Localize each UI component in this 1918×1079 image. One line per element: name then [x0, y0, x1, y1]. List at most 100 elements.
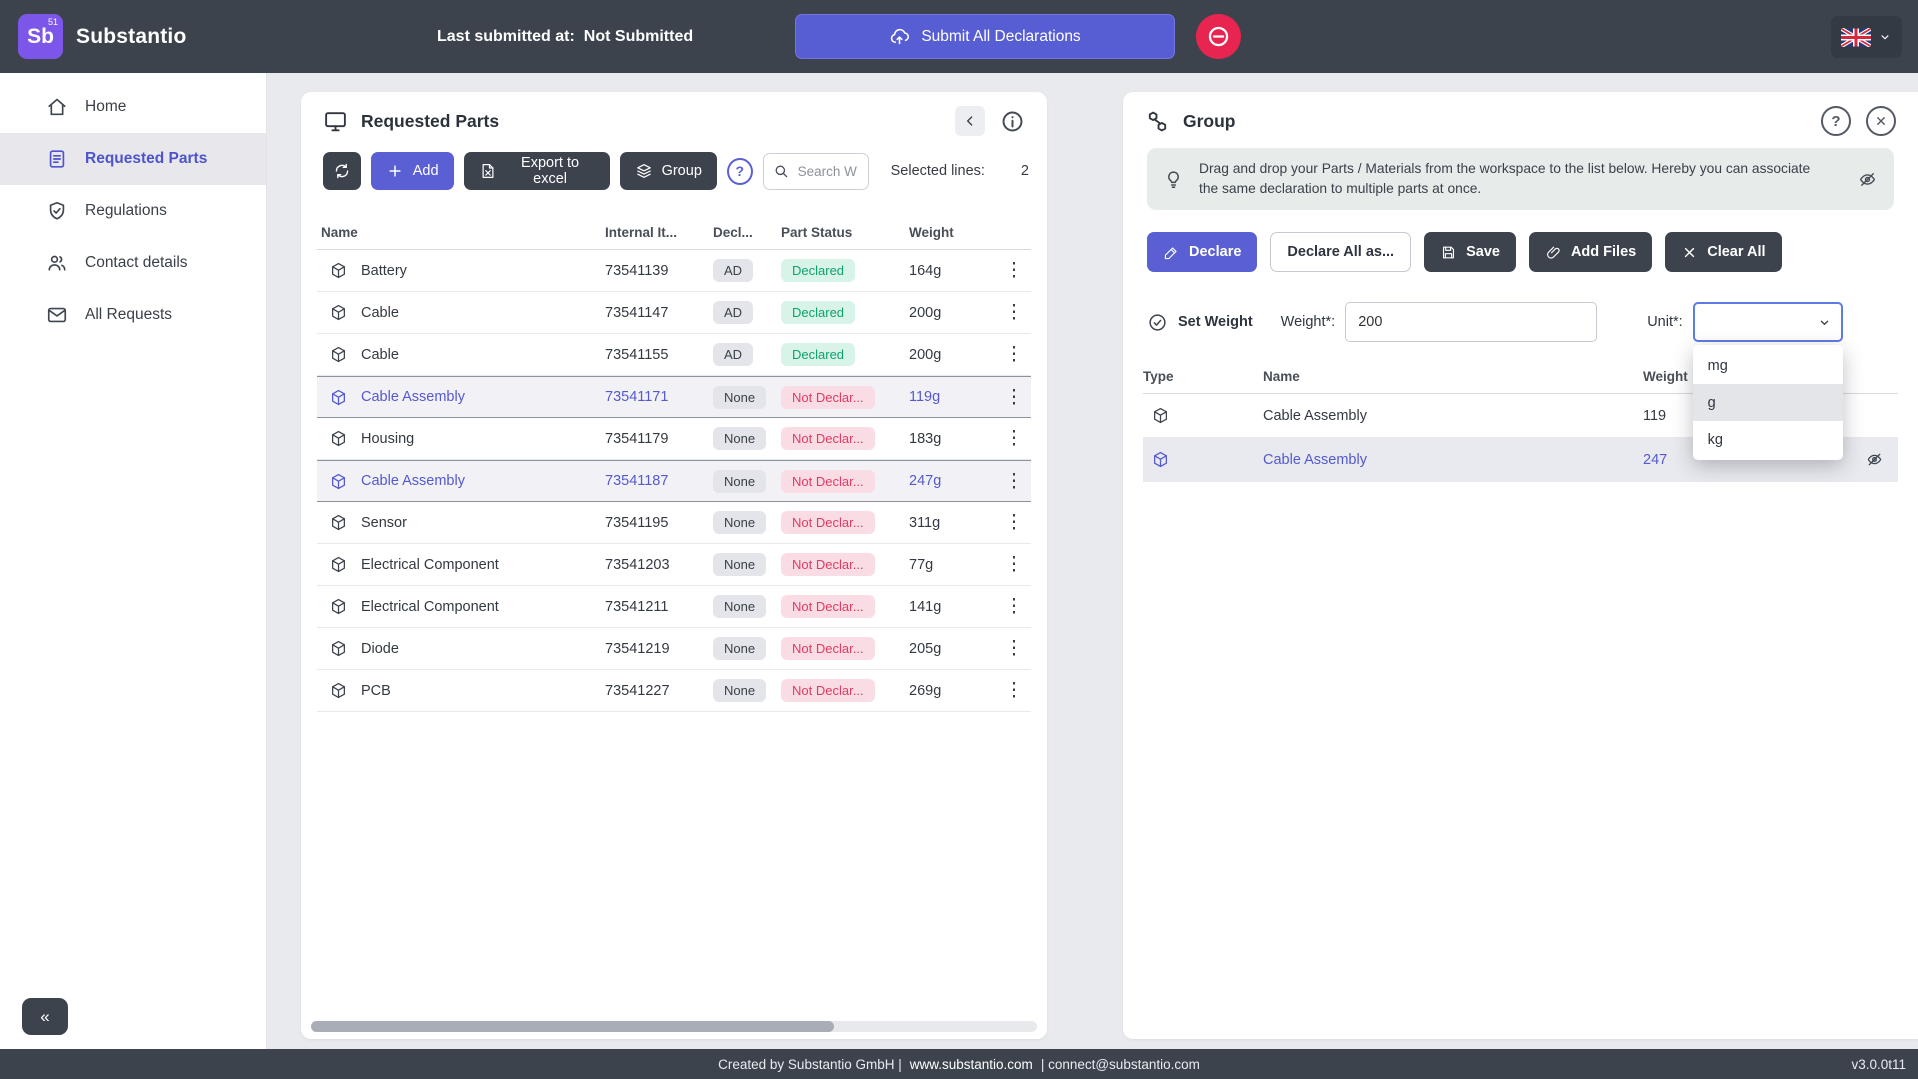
group-part-name: Cable Assembly	[1263, 452, 1643, 468]
panel-info-button[interactable]	[1000, 109, 1025, 134]
table-row[interactable]: Electrical Component73541203NoneNot Decl…	[317, 544, 1031, 586]
row-menu-button[interactable]: ⋮	[999, 427, 1029, 450]
table-row[interactable]: Cable Assembly73541187NoneNot Declar...2…	[317, 460, 1031, 502]
part-name: Cable Assembly	[361, 389, 605, 405]
table-row[interactable]: Cable73541147ADDeclared200g⋮	[317, 292, 1031, 334]
row-menu-button[interactable]: ⋮	[999, 343, 1029, 366]
refresh-button[interactable]	[323, 152, 361, 190]
part-name: Sensor	[361, 515, 605, 531]
part-weight: 141g	[909, 599, 999, 615]
part-weight: 183g	[909, 431, 999, 447]
info-banner: Drag and drop your Parts / Materials fro…	[1147, 148, 1894, 210]
sidebar-item-contact-details[interactable]: Contact details	[0, 237, 266, 289]
declaration-badge: AD	[713, 343, 753, 366]
horizontal-scrollbar[interactable]	[311, 1021, 1037, 1032]
part-internal-id: 73541187	[605, 473, 713, 489]
sidebar-item-label: Contact details	[85, 254, 188, 272]
row-menu-button[interactable]: ⋮	[999, 595, 1029, 618]
table-row[interactable]: Diode73541219NoneNot Declar...205g⋮	[317, 628, 1031, 670]
add-files-button[interactable]: Add Files	[1529, 232, 1652, 272]
unit-option-mg[interactable]: mg	[1693, 347, 1843, 384]
scrollbar-thumb[interactable]	[311, 1021, 834, 1032]
part-status-badge: Not Declar...	[781, 595, 875, 618]
group-help-button[interactable]: ?	[727, 158, 753, 185]
add-button[interactable]: Add	[371, 152, 454, 190]
unit-option-kg[interactable]: kg	[1693, 421, 1843, 458]
declare-button[interactable]: Declare	[1147, 232, 1257, 272]
clear-all-button[interactable]: Clear All	[1665, 232, 1781, 272]
selected-lines: Selected lines: 2	[891, 163, 1031, 179]
table-row[interactable]: Sensor73541195NoneNot Declar...311g⋮	[317, 502, 1031, 544]
row-menu-button[interactable]: ⋮	[999, 470, 1029, 493]
sidebar-item-home[interactable]: Home	[0, 81, 266, 133]
part-status-badge: Not Declar...	[781, 637, 875, 660]
part-internal-id: 73541203	[605, 557, 713, 573]
table-row[interactable]: Battery73541139ADDeclared164g⋮	[317, 250, 1031, 292]
table-row[interactable]: Electrical Component73541211NoneNot Decl…	[317, 586, 1031, 628]
search-box	[763, 153, 869, 190]
last-submitted-status: Last submitted at: Not Submitted	[437, 0, 693, 73]
sidebar-collapse-button[interactable]: «	[22, 998, 68, 1035]
row-menu-button[interactable]: ⋮	[999, 259, 1029, 282]
part-weight: 247g	[909, 473, 999, 489]
row-menu-button[interactable]: ⋮	[999, 553, 1029, 576]
clear-icon	[1681, 244, 1698, 261]
row-menu-button[interactable]: ⋮	[999, 301, 1029, 324]
table-row[interactable]: Housing73541179NoneNot Declar...183g⋮	[317, 418, 1031, 460]
footer: Created by Substantio GmbH | www.substan…	[0, 1049, 1918, 1079]
group-panel-title: Group	[1183, 111, 1236, 132]
hide-banner-button[interactable]	[1857, 169, 1878, 190]
export-to-excel-button[interactable]: Export to excel	[464, 152, 610, 190]
sidebar-nav: HomeRequested Parts Regulations Contact de…	[0, 73, 266, 341]
sidebar-item-requested-parts[interactable]: Requested Parts	[0, 133, 266, 185]
unit-select[interactable]	[1693, 302, 1843, 342]
collapse-panel-button[interactable]	[955, 106, 985, 136]
part-internal-id: 73541227	[605, 683, 713, 699]
sidebar-item-regulations[interactable]: Regulations	[0, 185, 266, 237]
close-panel-button[interactable]	[1866, 106, 1896, 136]
search-icon	[773, 163, 789, 179]
logo-atomic-number: 51	[48, 17, 58, 27]
stop-button[interactable]	[1196, 14, 1241, 59]
set-weight-checkbox[interactable]	[1147, 312, 1168, 333]
language-selector[interactable]	[1831, 16, 1902, 58]
table-row[interactable]: Cable73541155ADDeclared200g⋮	[317, 334, 1031, 376]
row-visibility-button[interactable]	[1850, 450, 1898, 469]
row-menu-button[interactable]: ⋮	[999, 637, 1029, 660]
submit-all-declarations-button[interactable]: Submit All Declarations	[795, 14, 1175, 59]
cube-icon	[329, 472, 348, 491]
row-menu-button[interactable]: ⋮	[999, 679, 1029, 702]
sidebar-item-all-requests[interactable]: All Requests	[0, 289, 266, 341]
part-name: Housing	[361, 431, 605, 447]
substantio-link[interactable]: www.substantio.com	[910, 1057, 1033, 1072]
part-status-badge: Not Declar...	[781, 427, 875, 450]
group-icon	[1145, 109, 1170, 134]
weight-input[interactable]	[1345, 302, 1597, 342]
table-row[interactable]: Cable Assembly73541171NoneNot Declar...1…	[317, 376, 1031, 418]
refresh-icon	[333, 162, 351, 180]
save-button[interactable]: Save	[1424, 232, 1516, 272]
sidebar: HomeRequested Parts Regulations Contact de…	[0, 73, 267, 1049]
monitor-icon	[323, 109, 348, 134]
brand[interactable]: Sb 51 Substantio	[18, 0, 187, 73]
declaration-badge: None	[713, 511, 766, 534]
column-header: Name	[1263, 369, 1643, 384]
unit-option-g[interactable]: g	[1693, 384, 1843, 421]
row-menu-button[interactable]: ⋮	[999, 511, 1029, 534]
unit-dropdown: mggkg	[1693, 345, 1843, 460]
group-panel: Group ? Drag and drop your Parts / Mater…	[1123, 92, 1918, 1039]
cube-icon	[1151, 450, 1170, 469]
declare-all-as-button[interactable]: Declare All as...	[1270, 232, 1411, 272]
part-weight: 205g	[909, 641, 999, 657]
submit-all-label: Submit All Declarations	[921, 28, 1080, 46]
group-button[interactable]: Group	[620, 152, 717, 190]
table-row[interactable]: PCB73541227NoneNot Declar...269g⋮	[317, 670, 1031, 712]
declaration-badge: None	[713, 595, 766, 618]
group-help-circle-button[interactable]: ?	[1821, 106, 1851, 136]
row-menu-button[interactable]: ⋮	[999, 386, 1029, 409]
group-button-label: Group	[662, 163, 702, 179]
chevron-down-icon	[1817, 315, 1832, 330]
sidebar-item-label: Regulations	[85, 202, 167, 220]
export-button-label: Export to excel	[506, 155, 595, 187]
search-input[interactable]	[796, 163, 859, 180]
